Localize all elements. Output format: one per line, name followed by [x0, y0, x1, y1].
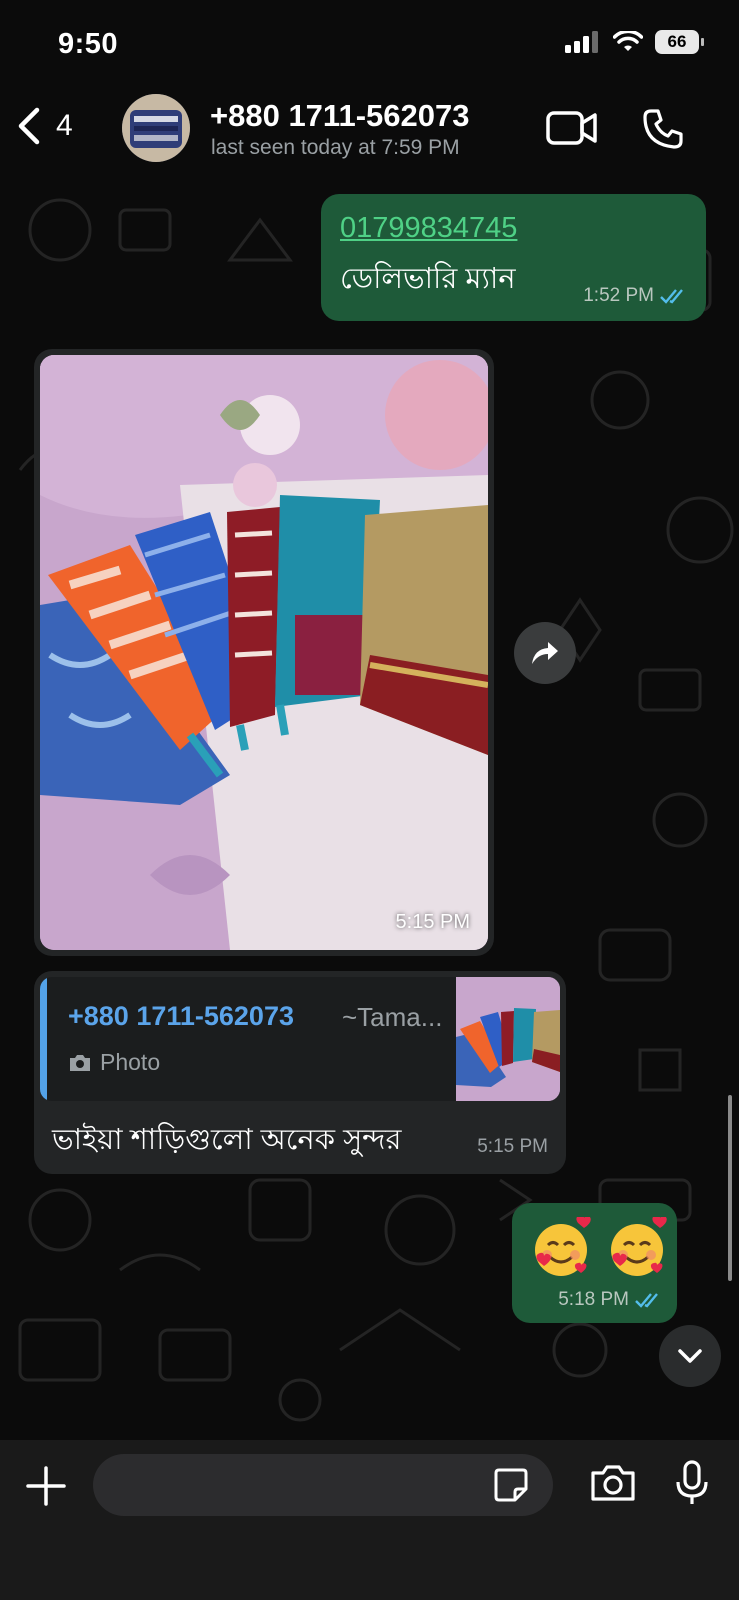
photo-message[interactable]: 5:15 PM: [34, 349, 494, 956]
sticker-icon: [494, 1468, 528, 1502]
phone-icon: [643, 109, 683, 149]
attach-button[interactable]: [26, 1466, 66, 1511]
video-icon: [546, 111, 597, 145]
scroll-to-bottom-button[interactable]: [659, 1325, 721, 1387]
message-time: 1:52 PM: [583, 285, 654, 306]
forward-button[interactable]: [514, 622, 576, 684]
video-call-button[interactable]: [546, 110, 598, 151]
message-meta: 5:15 PM: [477, 1136, 548, 1158]
composer-bar: [0, 1440, 739, 1600]
message-meta: 5:18 PM: [558, 1289, 659, 1311]
camera-small-icon: [70, 1054, 90, 1071]
clock: 9:50: [58, 28, 119, 60]
chat-header: 4 +880 1711-562073 last seen today at 7:…: [0, 88, 739, 172]
scrollbar[interactable]: [728, 1095, 732, 1281]
message-time: 5:15 PM: [395, 911, 470, 933]
sticker-button[interactable]: [493, 1467, 529, 1508]
contact-name[interactable]: +880 1711-562073: [210, 98, 469, 134]
quoted-message[interactable]: +880 1711-562073 ~Tama... Photo: [40, 977, 560, 1101]
status-icons: 66: [565, 30, 704, 54]
smiling-face-with-hearts-icon: [535, 1217, 591, 1276]
camera-button[interactable]: [590, 1464, 636, 1507]
quoted-type-label: Photo: [100, 1049, 161, 1075]
read-ticks-icon: [660, 289, 683, 304]
status-bar: 9:50 66: [0, 0, 739, 90]
quoted-type: Photo: [68, 1049, 160, 1076]
emoji-message[interactable]: 🥰 🥰 5:18 PM: [512, 1203, 677, 1323]
last-seen-status: last seen today at 7:59 PM: [211, 136, 460, 159]
message-bubble-outgoing[interactable]: 01799834745 ডেলিভারি ম্যান 1:52 PM: [321, 194, 706, 321]
message-text: ডেলিভারি ম্যান: [340, 263, 516, 295]
phone-number-link[interactable]: 01799834745: [340, 212, 517, 245]
saree-photo[interactable]: 5:15 PM: [40, 355, 488, 950]
smiling-face-with-hearts-icon: [611, 1217, 667, 1276]
plus-icon: [26, 1466, 66, 1506]
quoted-sender: +880 1711-562073: [68, 1001, 294, 1031]
voice-message-button[interactable]: [675, 1460, 709, 1511]
reply-message[interactable]: +880 1711-562073 ~Tama... Photo ভাইয়া শ…: [34, 971, 566, 1174]
voice-call-button[interactable]: [642, 108, 684, 155]
unread-count: 4: [56, 109, 73, 142]
camera-icon: [591, 1465, 635, 1501]
avatar[interactable]: [122, 94, 190, 162]
battery-indicator: 66: [655, 30, 704, 54]
emoji-content: [530, 1217, 668, 1279]
chevron-left-icon: [18, 107, 40, 145]
message-meta: 1:52 PM: [583, 285, 688, 307]
chevron-down-icon: [678, 1349, 702, 1363]
message-input[interactable]: [93, 1454, 553, 1516]
signal-icon: [565, 31, 598, 53]
quoted-alias: ~Tama...: [342, 1002, 443, 1032]
forward-icon: [532, 642, 558, 664]
message-text: ভাইয়া শাড়িগুলো অনেক সুন্দর: [52, 1124, 402, 1156]
back-button[interactable]: 4: [16, 106, 73, 146]
read-ticks-icon: [635, 1293, 658, 1308]
message-time: 5:15 PM: [477, 1136, 548, 1157]
quoted-thumbnail: [456, 977, 560, 1101]
message-time: 5:18 PM: [558, 1289, 629, 1310]
mic-icon: [676, 1460, 708, 1504]
quote-accent-bar: [40, 977, 47, 1101]
wifi-icon: [613, 31, 643, 51]
